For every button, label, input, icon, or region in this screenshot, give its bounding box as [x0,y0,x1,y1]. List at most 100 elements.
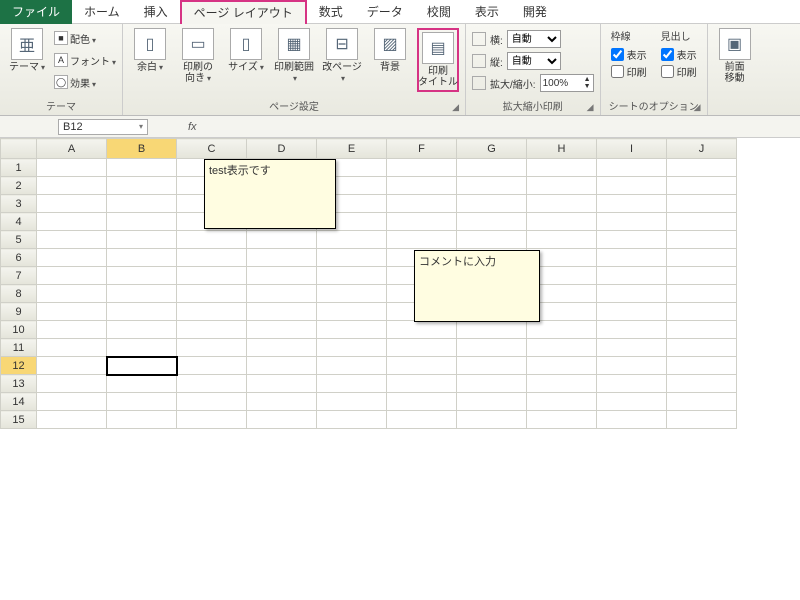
cell-F3[interactable] [387,195,457,213]
tab-page-layout[interactable]: ページ レイアウト [180,0,307,24]
cell-I5[interactable] [597,231,667,249]
cell-A14[interactable] [37,393,107,411]
cell-I6[interactable] [597,249,667,267]
tab-home[interactable]: ホーム [72,0,132,24]
cell-E14[interactable] [317,393,387,411]
scale-spinner[interactable]: 100%▲▼ [540,74,594,92]
cell-I7[interactable] [597,267,667,285]
cell-I10[interactable] [597,321,667,339]
cell-A5[interactable] [37,231,107,249]
cell-H12[interactable] [527,357,597,375]
size-button[interactable]: ▯サイズ [225,28,267,73]
bring-forward-button[interactable]: ▣前面 移動 [714,28,756,84]
cell-C9[interactable] [177,303,247,321]
cell-E8[interactable] [317,285,387,303]
row-header[interactable]: 6 [1,249,37,267]
themes-button[interactable]: 亜 テーマ [6,28,48,73]
row-header[interactable]: 10 [1,321,37,339]
cell-I3[interactable] [597,195,667,213]
cell-I8[interactable] [597,285,667,303]
cell-F1[interactable] [387,159,457,177]
cell-J10[interactable] [667,321,737,339]
effects-button[interactable]: ◯効果 [54,72,116,92]
cell-C15[interactable] [177,411,247,429]
cell-A1[interactable] [37,159,107,177]
tab-developer[interactable]: 開発 [511,0,559,24]
row-header[interactable]: 13 [1,375,37,393]
cell-J1[interactable] [667,159,737,177]
cell-A9[interactable] [37,303,107,321]
print-titles-button[interactable]: ▤印刷 タイトル [417,28,459,92]
cell-G2[interactable] [457,177,527,195]
cell-B5[interactable] [107,231,177,249]
cell-I14[interactable] [597,393,667,411]
row-header[interactable]: 7 [1,267,37,285]
cell-A8[interactable] [37,285,107,303]
cell-G15[interactable] [457,411,527,429]
column-header[interactable]: D [247,139,317,159]
cell-E13[interactable] [317,375,387,393]
cell-B13[interactable] [107,375,177,393]
cell-B4[interactable] [107,213,177,231]
row-header[interactable]: 4 [1,213,37,231]
cell-H11[interactable] [527,339,597,357]
cell-C7[interactable] [177,267,247,285]
select-all-corner[interactable] [1,139,37,159]
cell-I1[interactable] [597,159,667,177]
cell-J9[interactable] [667,303,737,321]
column-header[interactable]: J [667,139,737,159]
orientation-button[interactable]: ▭印刷の 向き [177,28,219,84]
cell-J3[interactable] [667,195,737,213]
cell-D5[interactable] [247,231,317,249]
column-header[interactable]: I [597,139,667,159]
row-header[interactable]: 5 [1,231,37,249]
row-header[interactable]: 3 [1,195,37,213]
column-header[interactable]: C [177,139,247,159]
cell-I13[interactable] [597,375,667,393]
cell-A2[interactable] [37,177,107,195]
worksheet-grid[interactable]: ABCDEFGHIJ123456789101112131415 test表示です… [0,138,800,429]
cell-A12[interactable] [37,357,107,375]
colors-button[interactable]: ■配色 [54,28,116,48]
breaks-button[interactable]: ⊟改ページ [321,28,363,84]
gridlines-print-checkbox[interactable]: 印刷 [611,64,647,79]
cell-B11[interactable] [107,339,177,357]
cell-C11[interactable] [177,339,247,357]
cell-J6[interactable] [667,249,737,267]
cell-F2[interactable] [387,177,457,195]
row-header[interactable]: 9 [1,303,37,321]
cell-H3[interactable] [527,195,597,213]
cell-J11[interactable] [667,339,737,357]
cell-A11[interactable] [37,339,107,357]
cell-D6[interactable] [247,249,317,267]
cell-C6[interactable] [177,249,247,267]
cell-C13[interactable] [177,375,247,393]
cell-C10[interactable] [177,321,247,339]
cell-J2[interactable] [667,177,737,195]
row-header[interactable]: 8 [1,285,37,303]
column-header[interactable]: G [457,139,527,159]
headings-view-checkbox[interactable]: 表示 [661,47,697,62]
cell-J13[interactable] [667,375,737,393]
cell-A3[interactable] [37,195,107,213]
cell-F14[interactable] [387,393,457,411]
cell-D14[interactable] [247,393,317,411]
cell-J14[interactable] [667,393,737,411]
row-header[interactable]: 14 [1,393,37,411]
column-header[interactable]: A [37,139,107,159]
cell-E7[interactable] [317,267,387,285]
cell-F15[interactable] [387,411,457,429]
headings-print-checkbox[interactable]: 印刷 [661,64,697,79]
cell-H4[interactable] [527,213,597,231]
cell-G11[interactable] [457,339,527,357]
cell-A7[interactable] [37,267,107,285]
comment-box[interactable]: test表示です [204,159,336,229]
tab-insert[interactable]: 挿入 [132,0,180,24]
width-select[interactable]: 自動 [507,30,561,48]
cell-F11[interactable] [387,339,457,357]
cell-H15[interactable] [527,411,597,429]
cell-B9[interactable] [107,303,177,321]
cell-E12[interactable] [317,357,387,375]
cell-J8[interactable] [667,285,737,303]
cell-I11[interactable] [597,339,667,357]
